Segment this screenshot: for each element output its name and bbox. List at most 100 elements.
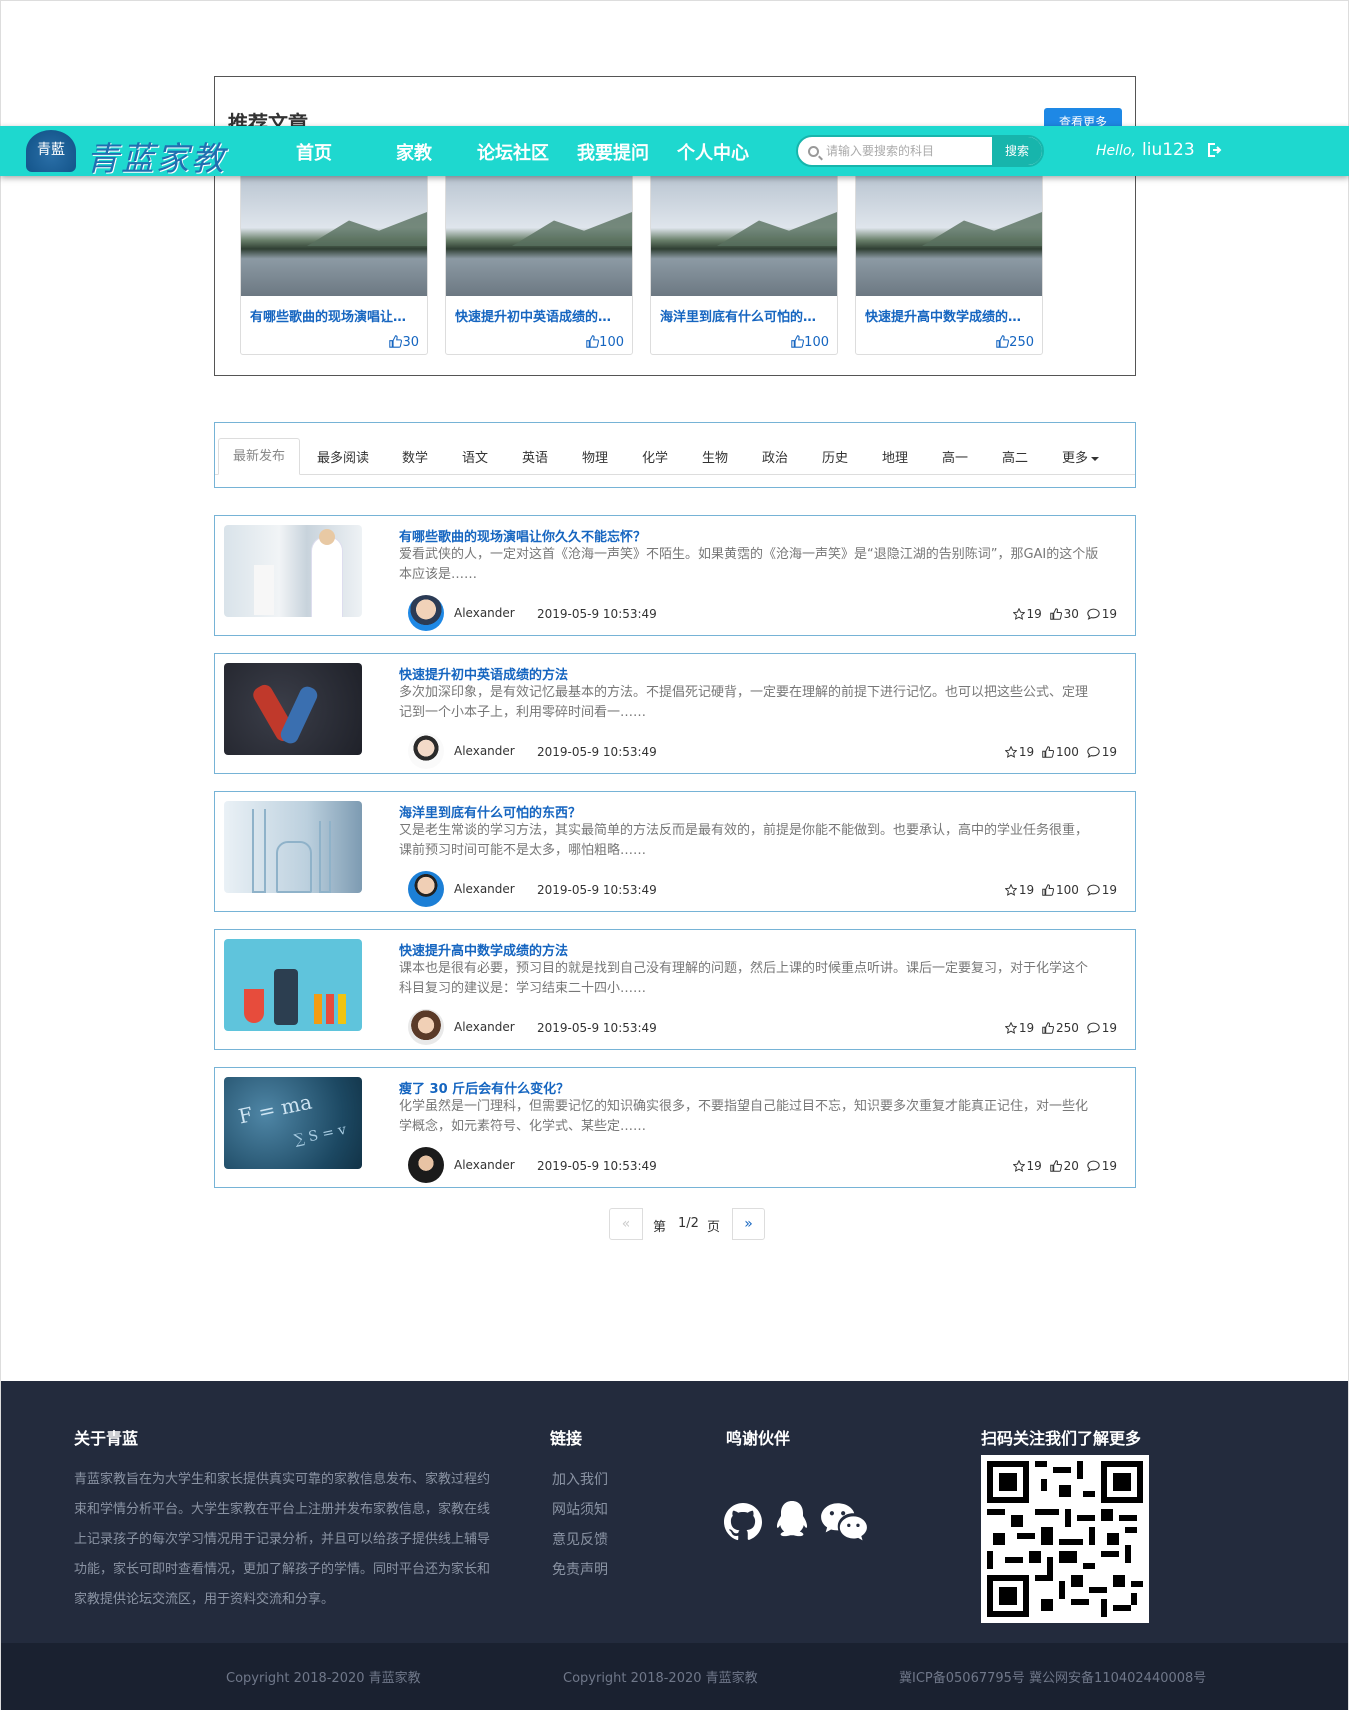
publish-date: 2019-05-9 10:53:49: [537, 607, 657, 621]
publish-date: 2019-05-9 10:53:49: [537, 745, 657, 759]
partners-title: 鸣谢伙伴: [726, 1429, 791, 1448]
thumbs-up-icon: [389, 335, 403, 348]
link-site-notice[interactable]: 网站须知: [552, 1499, 608, 1519]
tab-english[interactable]: 英语: [522, 447, 548, 466]
nav-personal-center[interactable]: 个人中心: [677, 139, 749, 165]
icp-license: 冀ICP备05067795号 冀公网安备110402440008号: [899, 1671, 1207, 1686]
tab-grade-10[interactable]: 高一: [942, 447, 968, 466]
author-avatar[interactable]: [408, 733, 444, 769]
article-title[interactable]: 瘦了 30 斤后会有什么变化？: [399, 1078, 569, 1097]
qr-code: [987, 1461, 1143, 1617]
author-name[interactable]: Alexander: [454, 744, 515, 758]
tab-most-read[interactable]: 最多阅读: [317, 447, 369, 466]
formula-photo: F = ma ∑ S = v: [224, 1077, 362, 1169]
author-avatar[interactable]: [408, 595, 444, 631]
tab-grade-11[interactable]: 高二: [1002, 447, 1028, 466]
recommend-card[interactable]: 快速提升初中英语成绩的… 100: [445, 171, 633, 355]
tab-history[interactable]: 历史: [822, 447, 848, 466]
star-icon: [1012, 608, 1025, 620]
username[interactable]: liu123: [1142, 140, 1195, 160]
page-suffix: 页: [707, 1220, 721, 1235]
recommend-card[interactable]: 海洋里到底有什么可怕的… 100: [650, 171, 838, 355]
recommend-card-title[interactable]: 有哪些歌曲的现场演唱让…: [250, 306, 420, 325]
article-summary: 又是老生常谈的学习方法，其实最简单的方法反而是最有效的，前提是你能不能做到。也要…: [399, 823, 1089, 858]
publish-date: 2019-05-9 10:53:49: [537, 883, 657, 897]
logo-text: 青蓝家教: [86, 139, 226, 178]
article-item: 快速提升初中英语成绩的方法 多次加深印象，是有效记忆最基本的方法。不提倡死记硬背…: [214, 653, 1136, 774]
tab-more[interactable]: 更多: [1062, 447, 1100, 466]
logout-icon[interactable]: [1206, 142, 1222, 158]
author-avatar[interactable]: [408, 871, 444, 907]
prev-page-button[interactable]: «: [609, 1208, 643, 1240]
nav-forum[interactable]: 论坛社区: [477, 139, 549, 165]
link-disclaimer[interactable]: 免责声明: [552, 1559, 608, 1579]
lab-photo: [224, 525, 362, 617]
comment-icon: [1087, 746, 1100, 758]
category-tabs: 最新发布 最多阅读 数学 语文 英语 物理 化学 生物 政治 历史 地理 高一 …: [214, 422, 1136, 488]
wechat-icon[interactable]: [819, 1501, 869, 1543]
recommend-card-title[interactable]: 快速提升初中英语成绩的…: [455, 306, 625, 325]
search-button[interactable]: 搜索: [992, 137, 1042, 165]
article-stats: 19 20 19: [1012, 1159, 1117, 1173]
thumbs-up-icon: [1049, 1160, 1062, 1172]
lake-image: [651, 172, 837, 296]
github-icon[interactable]: [724, 1503, 762, 1541]
page-prefix: 第: [653, 1220, 667, 1235]
tab-politics[interactable]: 政治: [762, 447, 788, 466]
tab-biology[interactable]: 生物: [702, 447, 728, 466]
recommend-card-title[interactable]: 海洋里到底有什么可怕的…: [660, 306, 830, 325]
search-input[interactable]: [826, 137, 992, 165]
recommend-section: 推荐文章 查看更多 有哪些歌曲的现场演唱让… 30 快速提升初中英语成绩的… 1…: [214, 76, 1136, 376]
nav-ask-question[interactable]: 我要提问: [577, 139, 649, 165]
copyright-bar: Copyright 2018-2020 青蓝家教 Copyright 2018-…: [1, 1643, 1348, 1710]
link-feedback[interactable]: 意见反馈: [552, 1529, 608, 1549]
author-name[interactable]: Alexander: [454, 606, 515, 620]
article-summary: 化学虽然是一门理科，但需要记忆的知识确实很多，不要指望自己能过目不忘，知识要多次…: [399, 1099, 1089, 1134]
article-title[interactable]: 有哪些歌曲的现场演唱让你久久不能忘怀？: [399, 526, 646, 545]
article-title[interactable]: 海洋里到底有什么可怕的东西？: [399, 802, 581, 821]
star-icon: [1012, 1160, 1025, 1172]
article-stats: 19 250 19: [1004, 1021, 1117, 1035]
tab-physics[interactable]: 物理: [582, 447, 608, 466]
copyright-text: Copyright 2018-2020 青蓝家教: [563, 1671, 758, 1686]
article-item: 海洋里到底有什么可怕的东西？ 又是老生常谈的学习方法，其实最简单的方法反而是最有…: [214, 791, 1136, 912]
star-icon: [1004, 1022, 1017, 1034]
about-text: 青蓝家教旨在为大学生和家长提供真实可靠的家教信息发布、家教过程约束和学情分析平台…: [74, 1472, 491, 1607]
tab-geography[interactable]: 地理: [882, 447, 908, 466]
article-stats: 19 100 19: [1004, 745, 1117, 759]
comment-icon: [1087, 1022, 1100, 1034]
nav-home[interactable]: 首页: [296, 139, 332, 165]
author-avatar[interactable]: [408, 1147, 444, 1183]
lake-image: [446, 172, 632, 296]
lab-illustration: [224, 939, 362, 1031]
nav-tutoring[interactable]: 家教: [396, 139, 432, 165]
recommend-card[interactable]: 快速提升高中数学成绩的… 250: [855, 171, 1043, 355]
author-name[interactable]: Alexander: [454, 1020, 515, 1034]
tab-chemistry[interactable]: 化学: [642, 447, 668, 466]
link-join-us[interactable]: 加入我们: [552, 1469, 608, 1489]
qr-title: 扫码关注我们了解更多: [981, 1429, 1142, 1448]
tab-math[interactable]: 数学: [402, 447, 428, 466]
tab-latest[interactable]: 最新发布: [218, 438, 300, 475]
publish-date: 2019-05-9 10:53:49: [537, 1021, 657, 1035]
author-name[interactable]: Alexander: [454, 882, 515, 896]
recommend-card-likes: 30: [389, 335, 419, 350]
thumbs-up-icon: [1042, 1022, 1054, 1034]
glassware-photo: [224, 801, 362, 893]
article-item: 有哪些歌曲的现场演唱让你久久不能忘怀？ 爱看武侠的人，一定对这首《沧海一声笑》不…: [214, 515, 1136, 636]
thumbs-up-icon: [1049, 608, 1062, 620]
recommend-card[interactable]: 有哪些歌曲的现场演唱让… 30: [240, 171, 428, 355]
article-title[interactable]: 快速提升初中英语成绩的方法: [399, 664, 568, 683]
recommend-card-likes: 100: [791, 335, 829, 350]
tab-chinese[interactable]: 语文: [462, 447, 488, 466]
next-page-button[interactable]: »: [732, 1208, 765, 1240]
recommend-card-title[interactable]: 快速提升高中数学成绩的…: [865, 306, 1035, 325]
qq-icon[interactable]: [772, 1499, 812, 1543]
site-footer: 关于青蓝 青蓝家教旨在为大学生和家长提供真实可靠的家教信息发布、家教过程约束和学…: [1, 1381, 1348, 1643]
article-title[interactable]: 快速提升高中数学成绩的方法: [399, 940, 568, 959]
author-avatar[interactable]: [408, 1009, 444, 1045]
qr-code-image: [981, 1455, 1149, 1623]
author-name[interactable]: Alexander: [454, 1158, 515, 1172]
site-logo[interactable]: 青藍 青蓝家教: [26, 130, 246, 178]
caret-down-icon: [1091, 456, 1100, 461]
